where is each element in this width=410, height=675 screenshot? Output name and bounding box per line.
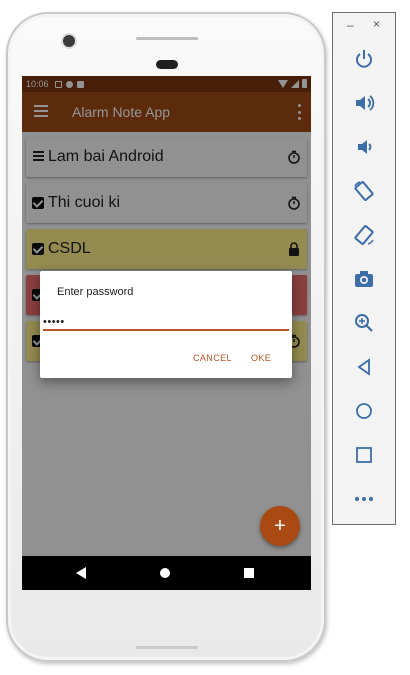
home-icon[interactable] [353, 400, 375, 422]
back-icon[interactable] [353, 356, 375, 378]
password-input[interactable]: ••••• [43, 316, 65, 328]
emulator-toolbar: – × [332, 12, 396, 525]
add-note-button[interactable]: + [260, 506, 300, 546]
device-screen: 10:06 Alarm Note App Lam bai Android Thi… [22, 76, 311, 590]
earpiece-speaker [136, 37, 198, 40]
minimize-button[interactable]: – [347, 18, 354, 32]
rotate-right-icon[interactable] [353, 224, 375, 246]
proximity-sensor [156, 60, 178, 69]
password-dialog: Enter password ••••• CANCEL OKE [40, 271, 292, 378]
ok-button[interactable]: OKE [251, 353, 271, 363]
power-icon[interactable] [353, 48, 375, 70]
back-icon[interactable] [76, 567, 86, 579]
input-underline [43, 329, 289, 331]
home-icon[interactable] [160, 568, 170, 578]
bottom-speaker [136, 646, 198, 649]
camera-icon[interactable] [353, 268, 375, 290]
close-button[interactable]: × [373, 17, 380, 31]
cancel-button[interactable]: CANCEL [193, 353, 232, 363]
overview-icon[interactable] [353, 444, 375, 466]
more-icon[interactable] [353, 488, 375, 510]
zoom-icon[interactable] [353, 312, 375, 334]
dialog-title: Enter password [57, 286, 134, 298]
rotate-left-icon[interactable] [353, 180, 375, 202]
volume-down-icon[interactable] [353, 136, 375, 158]
recents-icon[interactable] [244, 568, 254, 578]
volume-up-icon[interactable] [353, 92, 375, 114]
front-camera [63, 35, 75, 47]
navigation-bar [22, 556, 311, 590]
